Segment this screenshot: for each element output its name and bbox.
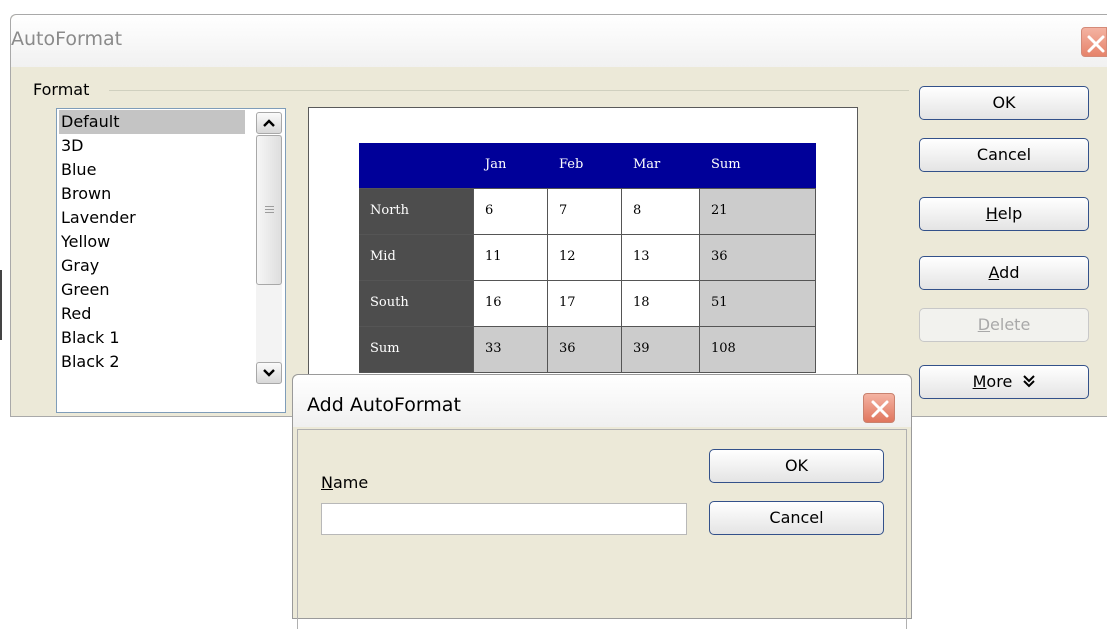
- preview-cell: 8: [622, 189, 700, 235]
- autoformat-dialog: AutoFormat Format Default 3D Blue Brown …: [10, 14, 1107, 418]
- preview-header-cell: Jan: [474, 143, 548, 189]
- preview-sum-cell: 108: [700, 327, 816, 373]
- dialog-title: AutoFormat: [11, 28, 123, 50]
- preview-row-header: South: [359, 281, 474, 327]
- list-item[interactable]: Black 2: [59, 350, 245, 374]
- preview-sum-cell: 39: [622, 327, 700, 373]
- help-button[interactable]: Help: [919, 197, 1089, 231]
- group-divider: [109, 90, 909, 91]
- chevron-down-icon: [263, 369, 275, 377]
- preview-sum-cell: 36: [700, 235, 816, 281]
- sub-dialog-title: Add AutoFormat: [307, 394, 461, 416]
- scroll-up-button[interactable]: [256, 112, 282, 134]
- scrollbar-thumb[interactable]: [256, 135, 282, 285]
- preview-row-header: North: [359, 189, 474, 235]
- name-input[interactable]: [321, 503, 687, 535]
- delete-mnemonic: D: [977, 315, 991, 334]
- preview-sum-cell: 51: [700, 281, 816, 327]
- title-bar: AutoFormat: [11, 15, 1107, 67]
- more-mnemonic: M: [972, 372, 987, 391]
- preview-cell: 16: [474, 281, 548, 327]
- double-chevron-down-icon: [1023, 375, 1036, 388]
- list-item[interactable]: Blue: [59, 158, 245, 182]
- more-button[interactable]: More: [919, 365, 1089, 399]
- sub-close-button[interactable]: [863, 393, 895, 423]
- name-label-text: ame: [332, 473, 369, 492]
- preview-cell: 6: [474, 189, 548, 235]
- window-edge: [0, 270, 2, 340]
- list-item[interactable]: Green: [59, 278, 245, 302]
- preview-row-header: Mid: [359, 235, 474, 281]
- list-item[interactable]: Lavender: [59, 206, 245, 230]
- chevron-up-icon: [263, 119, 275, 127]
- preview-cell: 13: [622, 235, 700, 281]
- list-item[interactable]: Brown: [59, 182, 245, 206]
- list-item[interactable]: Black 1: [59, 326, 245, 350]
- ok-button[interactable]: OK: [919, 86, 1089, 120]
- preview-header-cell: Mar: [622, 143, 700, 189]
- preview-header-cell: Feb: [548, 143, 622, 189]
- preview-header-cell: [359, 143, 474, 189]
- more-label: ore: [986, 372, 1013, 391]
- list-item[interactable]: Gray: [59, 254, 245, 278]
- preview-cell: 17: [548, 281, 622, 327]
- preview-sum-cell: 21: [700, 189, 816, 235]
- close-button[interactable]: [1081, 27, 1107, 57]
- sub-title-bar: Add AutoFormat: [293, 375, 911, 427]
- format-list[interactable]: Default 3D Blue Brown Lavender Yellow Gr…: [56, 108, 286, 413]
- cancel-button[interactable]: Cancel: [919, 138, 1089, 172]
- preview-cell: 12: [548, 235, 622, 281]
- name-label: Name: [321, 473, 368, 492]
- delete-button: Delete: [919, 308, 1089, 342]
- preview-sum-cell: 36: [548, 327, 622, 373]
- preview-sum-cell: 33: [474, 327, 548, 373]
- list-item[interactable]: Default: [59, 110, 245, 134]
- help-mnemonic: H: [985, 204, 998, 223]
- add-autoformat-dialog: Add AutoFormat Name OK Cancel: [292, 374, 912, 629]
- sub-cancel-button[interactable]: Cancel: [709, 501, 884, 535]
- list-item[interactable]: Yellow: [59, 230, 245, 254]
- name-mnemonic: N: [321, 473, 333, 492]
- preview-header-cell: Sum: [700, 143, 816, 189]
- close-icon: [1087, 35, 1105, 53]
- add-button[interactable]: Add: [919, 256, 1089, 290]
- preview-cell: 7: [548, 189, 622, 235]
- scroll-down-button[interactable]: [256, 362, 282, 384]
- add-mnemonic: A: [988, 263, 1000, 282]
- delete-label: elete: [990, 315, 1031, 334]
- list-item[interactable]: 3D: [59, 134, 245, 158]
- list-item[interactable]: Red: [59, 302, 245, 326]
- preview-cell: 11: [474, 235, 548, 281]
- preview-cell: 18: [622, 281, 700, 327]
- close-icon: [871, 400, 889, 418]
- preview-row-header: Sum: [359, 327, 474, 373]
- format-group-label: Format: [33, 80, 96, 99]
- add-label: dd: [999, 263, 1020, 282]
- format-preview: Jan Feb Mar Sum North 6 7 8 21 Mid 11 12…: [308, 107, 858, 418]
- sub-ok-button[interactable]: OK: [709, 449, 884, 483]
- help-label: elp: [997, 204, 1023, 223]
